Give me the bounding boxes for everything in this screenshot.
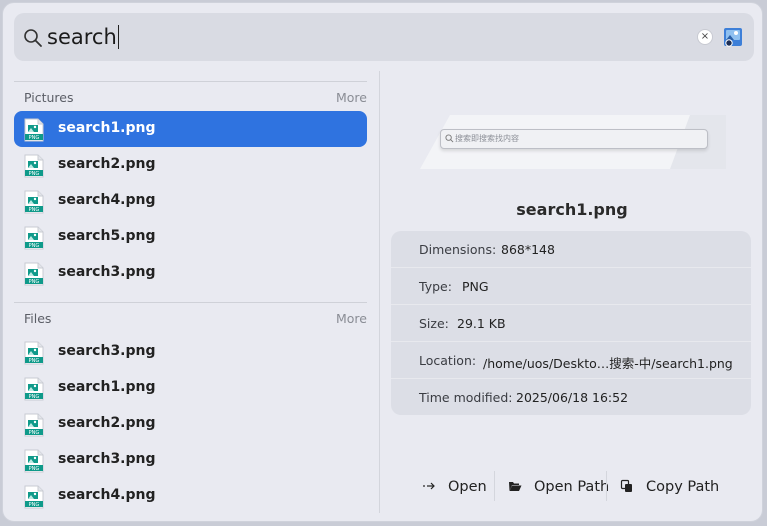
detail-key: Type:	[419, 279, 452, 294]
search-input[interactable]: search	[47, 24, 119, 50]
item-label: search5.png	[58, 228, 156, 244]
copy-icon	[620, 479, 632, 492]
thumbnail-text: 搜索即搜索找内容	[455, 134, 519, 143]
action-separator	[606, 471, 607, 501]
section-title: Files	[24, 311, 52, 326]
open-button[interactable]: Open	[422, 467, 488, 507]
detail-key: Dimensions:	[419, 242, 497, 257]
png-file-icon: PNG	[24, 262, 44, 286]
list-item[interactable]: PNG search4.png	[14, 183, 367, 219]
thumbnail-search-bar: 搜索即搜索找内容	[440, 129, 708, 149]
action-label: Copy Path	[646, 479, 720, 495]
png-badge: PNG	[29, 135, 40, 141]
png-badge: PNG	[29, 243, 40, 249]
section-header-files: Files More	[14, 302, 367, 333]
item-label: search2.png	[58, 415, 156, 431]
png-badge: PNG	[29, 279, 40, 285]
list-item[interactable]: PNG search3.png	[14, 334, 367, 370]
search-icon	[24, 29, 42, 47]
action-label: Open	[448, 479, 487, 495]
detail-value: PNG	[462, 279, 489, 294]
search-bar[interactable]: search ×	[14, 13, 754, 61]
item-label: search3.png	[58, 343, 156, 359]
item-label: search1.png	[58, 120, 156, 136]
item-label: search2.png	[58, 156, 156, 172]
text-caret	[117, 25, 119, 49]
png-file-icon: PNG	[24, 449, 44, 473]
results-list: Pictures More PNG search1.png PNG search…	[3, 71, 378, 521]
png-badge: PNG	[29, 466, 40, 472]
png-file-icon: PNG	[24, 226, 44, 250]
detail-value: 2025/06/18 16:52	[516, 390, 629, 405]
item-label: search3.png	[58, 264, 156, 280]
preview-pane: 搜索即搜索找内容 search1.png Dimensions: 868*148…	[380, 71, 762, 521]
png-file-icon: PNG	[24, 377, 44, 401]
png-badge: PNG	[29, 358, 40, 364]
png-badge: PNG	[29, 171, 40, 177]
file-details: Dimensions: 868*148 Type: PNG Size: 29.1…	[391, 231, 751, 415]
png-badge: PNG	[29, 430, 40, 436]
detail-value: /home/uos/Deskto…搜索-中/search1.png	[483, 356, 733, 371]
more-link[interactable]: More	[336, 311, 367, 326]
detail-row-size: Size: 29.1 KB	[391, 305, 751, 342]
open-path-button[interactable]: Open Path	[508, 467, 610, 507]
copy-path-button[interactable]: Copy Path	[620, 467, 720, 507]
item-label: search3.png	[58, 451, 156, 467]
folder-open-icon	[509, 482, 522, 491]
item-label: search4.png	[58, 192, 156, 208]
open-arrow-icon	[423, 482, 435, 490]
list-item[interactable]: PNG search5.png	[14, 219, 367, 255]
detail-row-type: Type: PNG	[391, 268, 751, 305]
action-label: Open Path	[534, 479, 610, 495]
detail-key: Location:	[419, 353, 477, 368]
preview-thumbnail: 搜索即搜索找内容	[420, 115, 726, 169]
action-bar: Open Open Path Copy Path	[380, 467, 762, 507]
png-file-icon: PNG	[24, 341, 44, 365]
png-badge: PNG	[29, 394, 40, 400]
detail-row-dimensions: Dimensions: 868*148	[391, 231, 751, 268]
detail-row-time-modified: Time modified: 2025/06/18 16:52	[391, 379, 751, 416]
item-label: search1.png	[58, 379, 156, 395]
list-item[interactable]: PNG search3.png	[14, 442, 367, 478]
search-icon	[445, 134, 454, 143]
list-item[interactable]: PNG search1.png	[14, 111, 367, 147]
clear-search-button[interactable]: ×	[697, 29, 713, 45]
list-item[interactable]: PNG search2.png	[14, 406, 367, 442]
action-separator	[494, 471, 495, 501]
png-badge: PNG	[29, 502, 40, 508]
png-badge: PNG	[29, 207, 40, 213]
png-file-icon: PNG	[24, 154, 44, 178]
detail-key: Size:	[419, 316, 449, 331]
list-item[interactable]: PNG search1.png	[14, 370, 367, 406]
section-header-pictures: Pictures More	[14, 81, 367, 112]
png-file-icon: PNG	[24, 118, 44, 142]
png-file-icon: PNG	[24, 190, 44, 214]
search-window: search × Pictures More PNG search1.png P…	[2, 2, 763, 522]
detail-value: 29.1 KB	[457, 316, 506, 331]
list-item[interactable]: PNG search2.png	[14, 147, 367, 183]
more-link[interactable]: More	[336, 90, 367, 105]
detail-value: 868*148	[501, 242, 555, 257]
png-file-icon: PNG	[24, 413, 44, 437]
detail-row-location: Location: /home/uos/Deskto…搜索-中/search1.…	[391, 342, 751, 379]
section-title: Pictures	[24, 90, 74, 105]
item-label: search4.png	[58, 487, 156, 503]
image-search-icon[interactable]	[722, 26, 744, 48]
preview-filename: search1.png	[516, 200, 628, 219]
png-file-icon: PNG	[24, 485, 44, 509]
list-item[interactable]: PNG search3.png	[14, 255, 367, 291]
list-item[interactable]: PNG search4.png	[14, 478, 367, 514]
search-query: search	[47, 25, 117, 49]
detail-key: Time modified:	[419, 390, 513, 405]
